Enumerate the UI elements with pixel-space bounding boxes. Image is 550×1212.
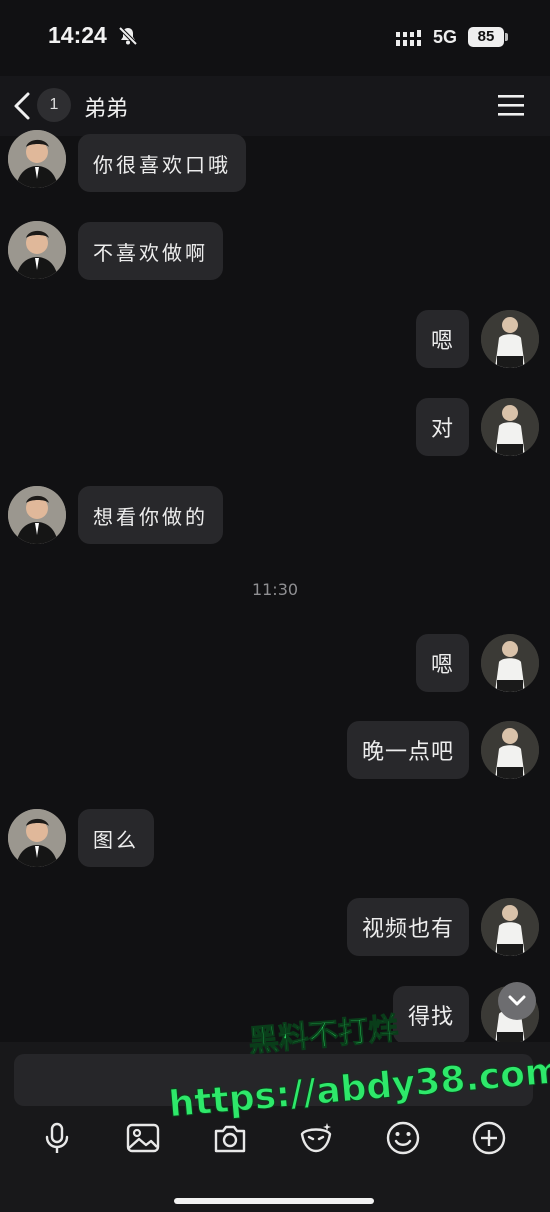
chat-header: 1 弟弟: [0, 76, 550, 136]
message-bubble-sent[interactable]: 晚一点吧: [346, 721, 469, 779]
my-avatar[interactable]: [481, 634, 539, 692]
home-indicator[interactable]: [174, 1198, 374, 1204]
my-avatar[interactable]: [481, 310, 539, 368]
plus-icon[interactable]: [471, 1120, 507, 1156]
battery-tip: [505, 33, 508, 41]
bell-muted-icon: [118, 26, 138, 46]
my-avatar[interactable]: [481, 898, 539, 956]
person-avatar-icon: [481, 898, 539, 956]
message-bubble-sent[interactable]: 嗯: [415, 310, 469, 368]
microphone-icon[interactable]: [39, 1120, 75, 1156]
message-bubble-received[interactable]: 图么: [78, 809, 154, 867]
network-type: 5G: [433, 27, 458, 47]
person-avatar-icon: [8, 486, 66, 544]
message-bubble-sent[interactable]: 对: [415, 398, 469, 456]
battery-level: 85: [468, 27, 504, 47]
unread-badge[interactable]: 1: [37, 88, 71, 122]
person-avatar-icon: [8, 809, 66, 867]
person-avatar-icon: [481, 721, 539, 779]
person-avatar-icon: [481, 398, 539, 456]
my-avatar[interactable]: [481, 398, 539, 456]
person-avatar-icon: [481, 310, 539, 368]
message-bubble-sent[interactable]: 得找: [392, 986, 469, 1044]
message-bubble-received[interactable]: 想看你做的: [78, 486, 223, 544]
signal-icon: [396, 30, 421, 46]
message-input[interactable]: [14, 1054, 533, 1106]
message-bubble-received[interactable]: 你很喜欢口哦: [78, 134, 246, 192]
contact-avatar[interactable]: [8, 221, 66, 279]
my-avatar[interactable]: [481, 721, 539, 779]
camera-icon[interactable]: [212, 1120, 248, 1156]
menu-icon[interactable]: [496, 92, 526, 118]
message-bubble-sent[interactable]: 视频也有: [346, 898, 469, 956]
composer-bar: [0, 1042, 550, 1212]
status-bar: 14:24 5G 85: [0, 0, 550, 76]
person-avatar-icon: [481, 634, 539, 692]
back-arrow-icon[interactable]: [8, 88, 38, 124]
contact-avatar[interactable]: [8, 809, 66, 867]
emoji-icon[interactable]: [385, 1120, 421, 1156]
sticker-icon[interactable]: [298, 1120, 334, 1156]
message-bubble-sent[interactable]: 嗯: [415, 634, 469, 692]
contact-avatar[interactable]: [8, 486, 66, 544]
contact-avatar[interactable]: [8, 130, 66, 188]
scroll-to-bottom-button[interactable]: [498, 982, 536, 1020]
person-avatar-icon: [8, 221, 66, 279]
message-timestamp: 11:30: [251, 580, 299, 599]
chevron-down-icon: [508, 995, 526, 1006]
message-bubble-received[interactable]: 不喜欢做啊: [78, 222, 223, 280]
person-avatar-icon: [8, 130, 66, 188]
image-icon[interactable]: [125, 1120, 161, 1156]
status-time: 14:24: [48, 22, 107, 48]
chat-title: 弟弟: [84, 97, 129, 122]
